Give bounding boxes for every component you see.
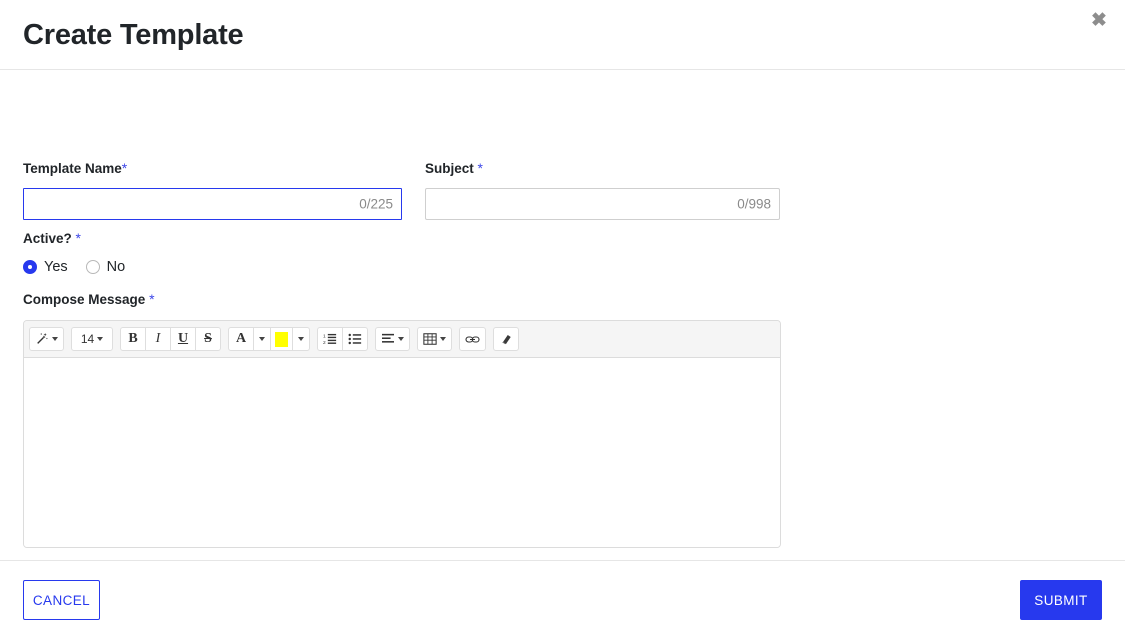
cancel-button[interactable]: CANCEL <box>23 580 100 620</box>
modal-footer: CANCEL SUBMIT <box>0 560 1125 638</box>
required-asterisk-active: * <box>75 230 81 246</box>
toolbar-group-link <box>459 327 486 351</box>
toolbar-group-paragraph <box>375 327 410 351</box>
svg-text:1: 1 <box>323 333 326 339</box>
compose-message-editor-area[interactable] <box>24 358 780 547</box>
radio-yes-indicator[interactable] <box>23 260 37 274</box>
paragraph-align-icon[interactable] <box>375 327 410 351</box>
highlight-color-swatch[interactable] <box>270 327 293 351</box>
magic-wand-icon[interactable] <box>29 327 64 351</box>
toolbar-group-table <box>417 327 452 351</box>
eraser-icon[interactable] <box>493 327 519 351</box>
toolbar-group-style <box>29 327 64 351</box>
toolbar-group-clear <box>493 327 519 351</box>
chevron-down-icon <box>298 337 304 341</box>
subject-label: Subject * <box>425 160 780 177</box>
ordered-list-icon[interactable]: 1 2 <box>317 327 343 351</box>
toolbar-group-textstyle: B I U S <box>120 327 221 351</box>
subject-label-text: Subject <box>425 161 474 176</box>
chevron-down-icon <box>52 337 58 341</box>
link-icon[interactable] <box>459 327 486 351</box>
svg-text:2: 2 <box>323 340 326 346</box>
unordered-list-icon[interactable] <box>342 327 368 351</box>
font-color-icon[interactable]: A <box>228 327 254 351</box>
modal-body: Template Name* 0/225 Subject * 0/998 Act… <box>0 70 1125 560</box>
subject-field-group: Subject * 0/998 <box>425 160 780 220</box>
editor-toolbar: 14 B I U S A 1 2 <box>24 321 780 358</box>
font-size-dropdown[interactable]: 14 <box>71 327 113 351</box>
underline-icon[interactable]: U <box>170 327 196 351</box>
required-asterisk: * <box>121 160 128 176</box>
submit-button[interactable]: SUBMIT <box>1020 580 1102 620</box>
bold-icon[interactable]: B <box>120 327 146 351</box>
highlight-color-dropdown[interactable] <box>292 327 310 351</box>
active-label-text: Active? <box>23 231 72 246</box>
radio-active-yes[interactable]: Yes <box>23 259 68 275</box>
template-name-input-wrap: 0/225 <box>23 188 402 220</box>
toolbar-group-colors: A <box>228 327 310 351</box>
active-field-group: Active? true* Yes No <box>23 230 125 275</box>
radio-no-label: No <box>106 259 126 275</box>
chevron-down-icon <box>97 337 104 341</box>
required-asterisk: * <box>149 291 155 307</box>
toolbar-group-lists: 1 2 <box>317 327 368 351</box>
active-radio-group: Yes No <box>23 259 125 275</box>
compose-message-field-group: Compose Message * 14 B I U S A 1 2 <box>23 291 781 548</box>
modal-header: Create Template ✖ <box>0 0 1125 70</box>
font-size-value: 14 <box>80 332 95 346</box>
template-name-label-text: Template Name <box>23 161 122 176</box>
highlight-swatch-color <box>275 331 288 347</box>
page-title: Create Template <box>23 19 244 51</box>
template-name-label: Template Name* <box>23 160 402 177</box>
chevron-down-icon <box>398 337 404 341</box>
radio-yes-label: Yes <box>44 259 68 275</box>
rich-text-editor: 14 B I U S A 1 2 <box>23 320 781 548</box>
compose-message-label: Compose Message * <box>23 291 781 308</box>
strikethrough-icon[interactable]: S <box>195 327 221 351</box>
template-name-field-group: Template Name* 0/225 <box>23 160 402 220</box>
radio-active-no[interactable]: No <box>85 259 126 275</box>
active-label: Active? true* <box>23 230 125 247</box>
required-asterisk: * <box>477 160 483 176</box>
compose-message-label-text: Compose Message <box>23 292 146 307</box>
italic-icon[interactable]: I <box>145 327 171 351</box>
chevron-down-icon <box>259 337 265 341</box>
create-template-modal: Create Template ✖ Template Name* 0/225 S… <box>0 0 1125 638</box>
subject-input[interactable] <box>425 188 780 220</box>
template-name-input[interactable] <box>23 188 402 220</box>
close-icon[interactable]: ✖ <box>1085 6 1113 34</box>
radio-no-indicator[interactable] <box>85 260 100 274</box>
font-color-dropdown[interactable] <box>253 327 271 351</box>
subject-input-wrap: 0/998 <box>425 188 780 220</box>
toolbar-group-fontsize: 14 <box>71 327 113 351</box>
chevron-down-icon <box>440 337 446 341</box>
table-icon[interactable] <box>417 327 452 351</box>
